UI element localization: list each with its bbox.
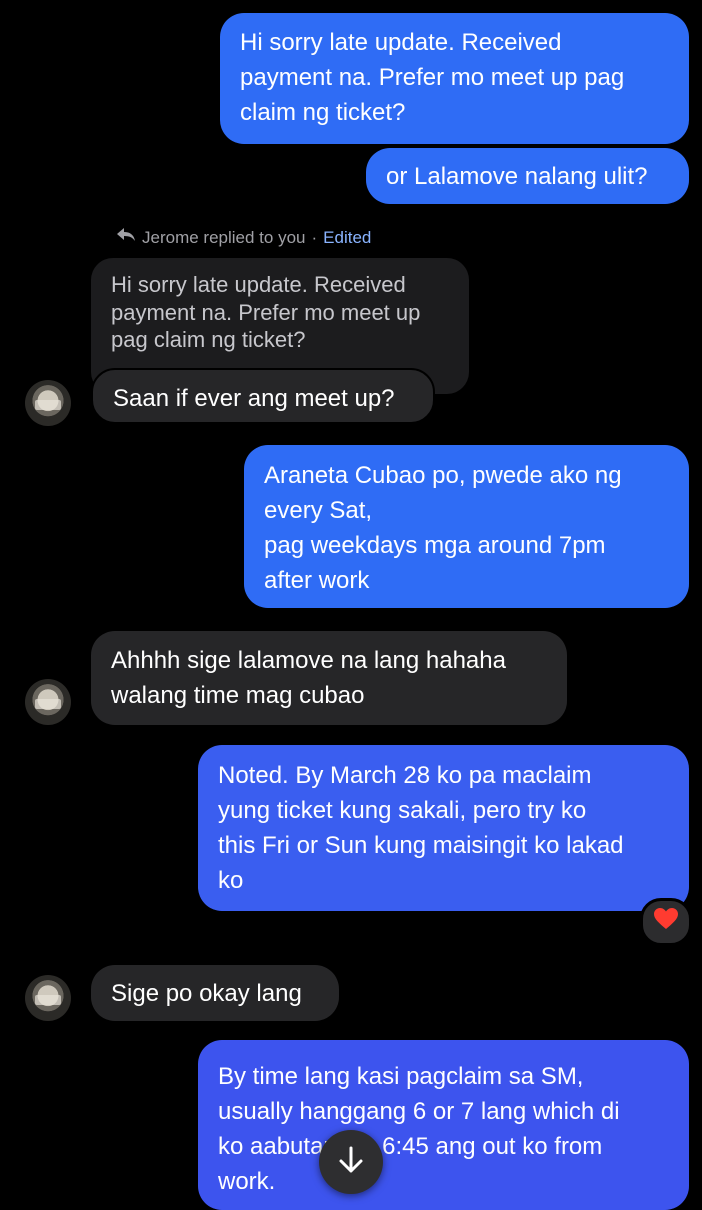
contact-avatar[interactable]: [25, 679, 71, 725]
reply-indicator: Jerome replied to you · Edited: [116, 227, 371, 248]
outgoing-message[interactable]: By time lang kasi pagclaim sa SM, usuall…: [198, 1040, 689, 1210]
edited-label[interactable]: Edited: [323, 228, 371, 248]
separator-dot: ·: [311, 227, 318, 247]
heart-icon: [653, 907, 679, 937]
contact-avatar[interactable]: [25, 380, 71, 426]
arrow-down-icon: [337, 1145, 365, 1180]
heart-reaction[interactable]: [640, 898, 692, 946]
outgoing-message[interactable]: Araneta Cubao po, pwede ako ng every Sat…: [244, 445, 689, 608]
incoming-message[interactable]: Ahhhh sige lalamove na lang hahaha walan…: [91, 631, 567, 725]
outgoing-message[interactable]: or Lalamove nalang ulit?: [366, 148, 689, 204]
incoming-message[interactable]: Sige po okay lang: [91, 965, 339, 1021]
contact-avatar[interactable]: [25, 975, 71, 1021]
outgoing-message[interactable]: Noted. By March 28 ko pa maclaim yung ti…: [198, 745, 689, 911]
incoming-message[interactable]: Saan if ever ang meet up?: [91, 368, 435, 424]
reply-arrow-icon: [116, 227, 136, 248]
scroll-to-bottom-button[interactable]: [319, 1130, 383, 1194]
outgoing-message[interactable]: Hi sorry late update. Received payment n…: [220, 13, 689, 144]
reply-label: Jerome replied to you: [142, 227, 306, 247]
